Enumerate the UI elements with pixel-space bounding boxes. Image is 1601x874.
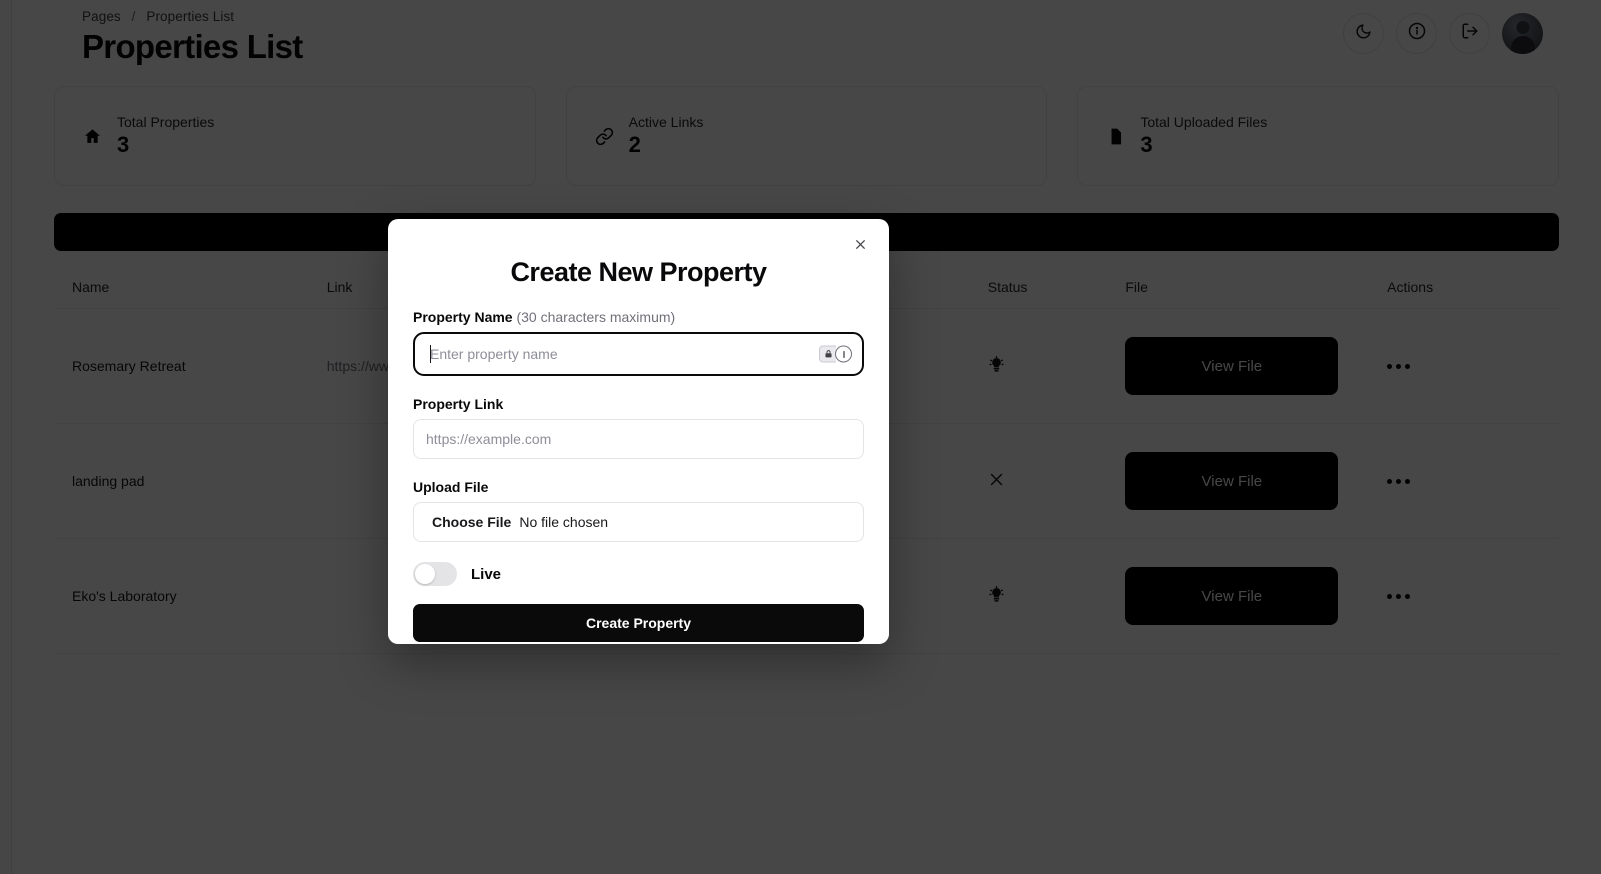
app-root: Pages / Properties List Properties List bbox=[0, 0, 1601, 874]
property-name-label-text: Property Name bbox=[413, 309, 513, 325]
file-input[interactable]: Choose File No file chosen bbox=[413, 502, 864, 542]
upload-file-field: Upload File Choose File No file chosen bbox=[413, 479, 864, 542]
property-name-hint: (30 characters maximum) bbox=[516, 309, 676, 325]
text-caret bbox=[430, 345, 431, 363]
toggle-knob bbox=[415, 564, 435, 584]
property-name-label: Property Name (30 characters maximum) bbox=[413, 309, 864, 325]
property-link-field: Property Link bbox=[413, 396, 864, 459]
live-toggle[interactable] bbox=[413, 562, 457, 586]
property-link-input[interactable] bbox=[413, 419, 864, 459]
choose-file-button[interactable]: Choose File bbox=[432, 514, 511, 530]
key-circle-icon[interactable] bbox=[835, 345, 852, 363]
property-link-label: Property Link bbox=[413, 396, 504, 412]
modal-title: Create New Property bbox=[510, 257, 767, 287]
create-property-button[interactable]: Create Property bbox=[413, 604, 864, 642]
create-property-modal: Create New Property Property Name (30 ch… bbox=[388, 219, 889, 644]
file-chosen-status: No file chosen bbox=[519, 514, 609, 530]
close-icon[interactable] bbox=[849, 233, 871, 255]
upload-file-label: Upload File bbox=[413, 479, 489, 495]
property-name-input-wrapper bbox=[413, 332, 864, 376]
live-toggle-row: Live bbox=[413, 562, 864, 586]
live-toggle-label: Live bbox=[471, 565, 502, 583]
password-manager-icons bbox=[819, 345, 852, 363]
lock-icon[interactable] bbox=[819, 345, 836, 363]
property-name-input[interactable] bbox=[417, 336, 860, 372]
